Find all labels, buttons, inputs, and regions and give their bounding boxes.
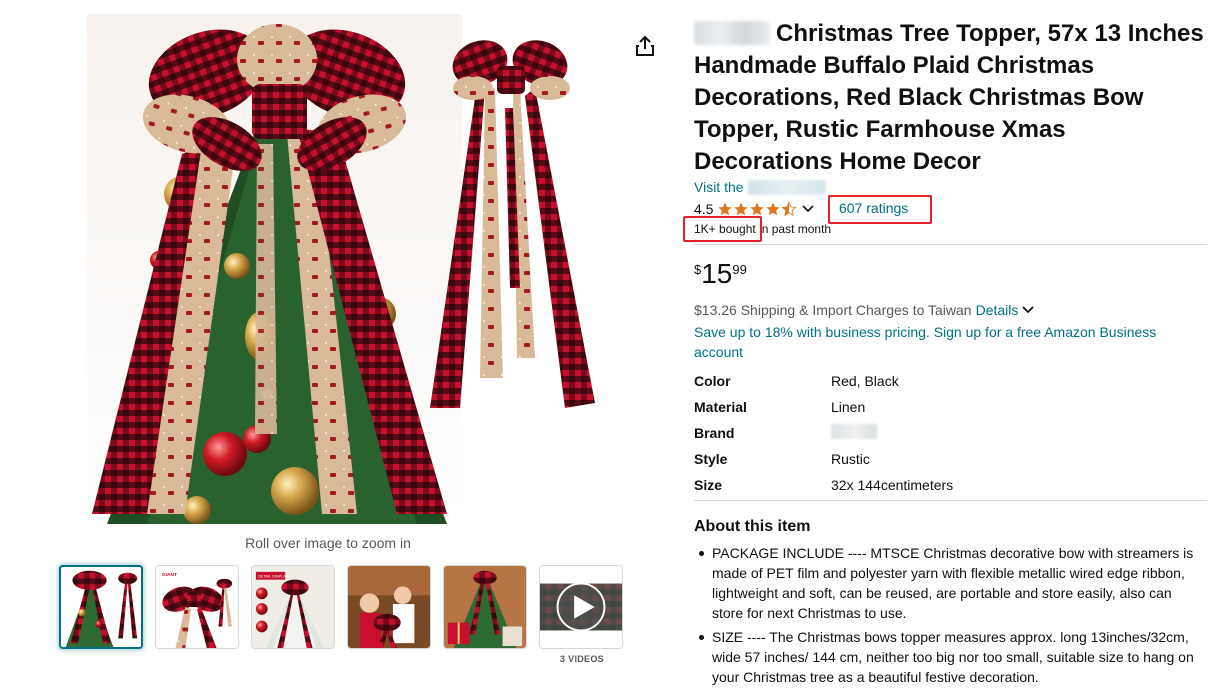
about-bullets: PACKAGE INCLUDE ---- MTSCE Christmas dec… (694, 543, 1206, 691)
shipping-text: $13.26 Shipping & Import Charges to Taiw… (694, 302, 972, 318)
star-icon (766, 202, 781, 216)
main-product-image[interactable] (87, 14, 462, 524)
spec-key: Material (694, 399, 747, 415)
thumbnail-badge-detail: DETAIL DISPLAY (258, 574, 289, 579)
thumbnail-video[interactable] (539, 565, 623, 649)
spec-row-style: Style Rustic (694, 446, 1207, 472)
thumbnail-badge-giant: GIANT (162, 572, 177, 578)
price-whole: 15 (701, 258, 733, 289)
visit-store-link[interactable]: Visit the (694, 179, 826, 195)
chevron-down-icon (802, 205, 815, 213)
price-fraction: 99 (732, 262, 747, 277)
spec-value: Linen (831, 399, 866, 415)
shipping-info: $13.26 Shipping & Import Charges to Taiw… (694, 302, 1035, 318)
about-bullet: PACKAGE INCLUDE ---- MTSCE Christmas dec… (694, 543, 1206, 623)
business-pricing-link[interactable]: Save up to 18% with business pricing. Si… (694, 322, 1174, 362)
spec-value (831, 424, 1207, 442)
thumbnail-3[interactable]: DETAIL DISPLAY (251, 565, 335, 649)
zoom-hint-text: Roll over image to zoom in (245, 535, 411, 551)
bought-in-past-month: 1K+ bought in past month (694, 222, 831, 236)
spec-key: Size (694, 477, 723, 493)
share-icon (636, 35, 654, 56)
spec-key: Brand (694, 425, 735, 441)
price: $ 15 99 (694, 258, 747, 290)
redacted-store-name (747, 179, 826, 195)
product-title-text: Christmas Tree Topper, 57x 13 Inches Han… (694, 20, 1204, 175)
visit-store-label: Visit the (694, 179, 744, 195)
product-specs-table: Color Red, Black Material Linen Brand St… (694, 368, 1207, 498)
redacted-brand-value (831, 424, 877, 439)
spec-row-material: Material Linen (694, 394, 1207, 420)
star-icon (734, 202, 749, 216)
spec-value: Rustic (831, 451, 870, 467)
chevron-down-icon (1022, 306, 1035, 314)
shipping-details-label: Details (975, 302, 1019, 318)
about-bullet: SIZE ---- The Christmas bows topper meas… (694, 627, 1206, 687)
thumbnail-5[interactable] (443, 565, 527, 649)
rating-value: 4.5 (694, 201, 714, 217)
thumbnail-4[interactable] (347, 565, 431, 649)
spec-key: Style (694, 451, 728, 467)
price-symbol: $ (694, 262, 702, 277)
spec-value: Red, Black (831, 373, 899, 389)
star-half-icon (781, 201, 798, 217)
videos-count-label: 3 VIDEOS (560, 654, 604, 664)
product-title: Christmas Tree Topper, 57x 13 Inches Han… (694, 18, 1204, 178)
spec-value: 32x 144centimeters (831, 477, 954, 493)
about-section-title: About this item (694, 518, 811, 535)
topper-detail-illustration (430, 40, 595, 408)
rating-popover-toggle[interactable] (802, 205, 815, 213)
redacted-brand-name (694, 21, 770, 45)
ratings-count-link[interactable]: 607 ratings (839, 200, 908, 216)
spec-row-brand: Brand (694, 420, 1207, 446)
rating-row: 4.5 (694, 199, 815, 219)
bought-suffix: in past month (755, 222, 832, 236)
spec-row-size: Size 32x 144centimeters (694, 472, 1207, 498)
star-rating[interactable] (717, 201, 798, 217)
divider (694, 244, 1207, 245)
thumbnail-2[interactable]: GIANT (155, 565, 239, 649)
shipping-details-link[interactable]: Details (976, 302, 1035, 318)
divider (694, 500, 1207, 501)
star-icon (718, 202, 733, 216)
bought-badge: 1K+ bought (694, 222, 756, 236)
thumbnail-1[interactable] (59, 565, 143, 649)
spec-key: Color (694, 373, 731, 389)
share-button[interactable] (633, 34, 657, 58)
star-icon (750, 202, 765, 216)
spec-row-color: Color Red, Black (694, 368, 1207, 394)
